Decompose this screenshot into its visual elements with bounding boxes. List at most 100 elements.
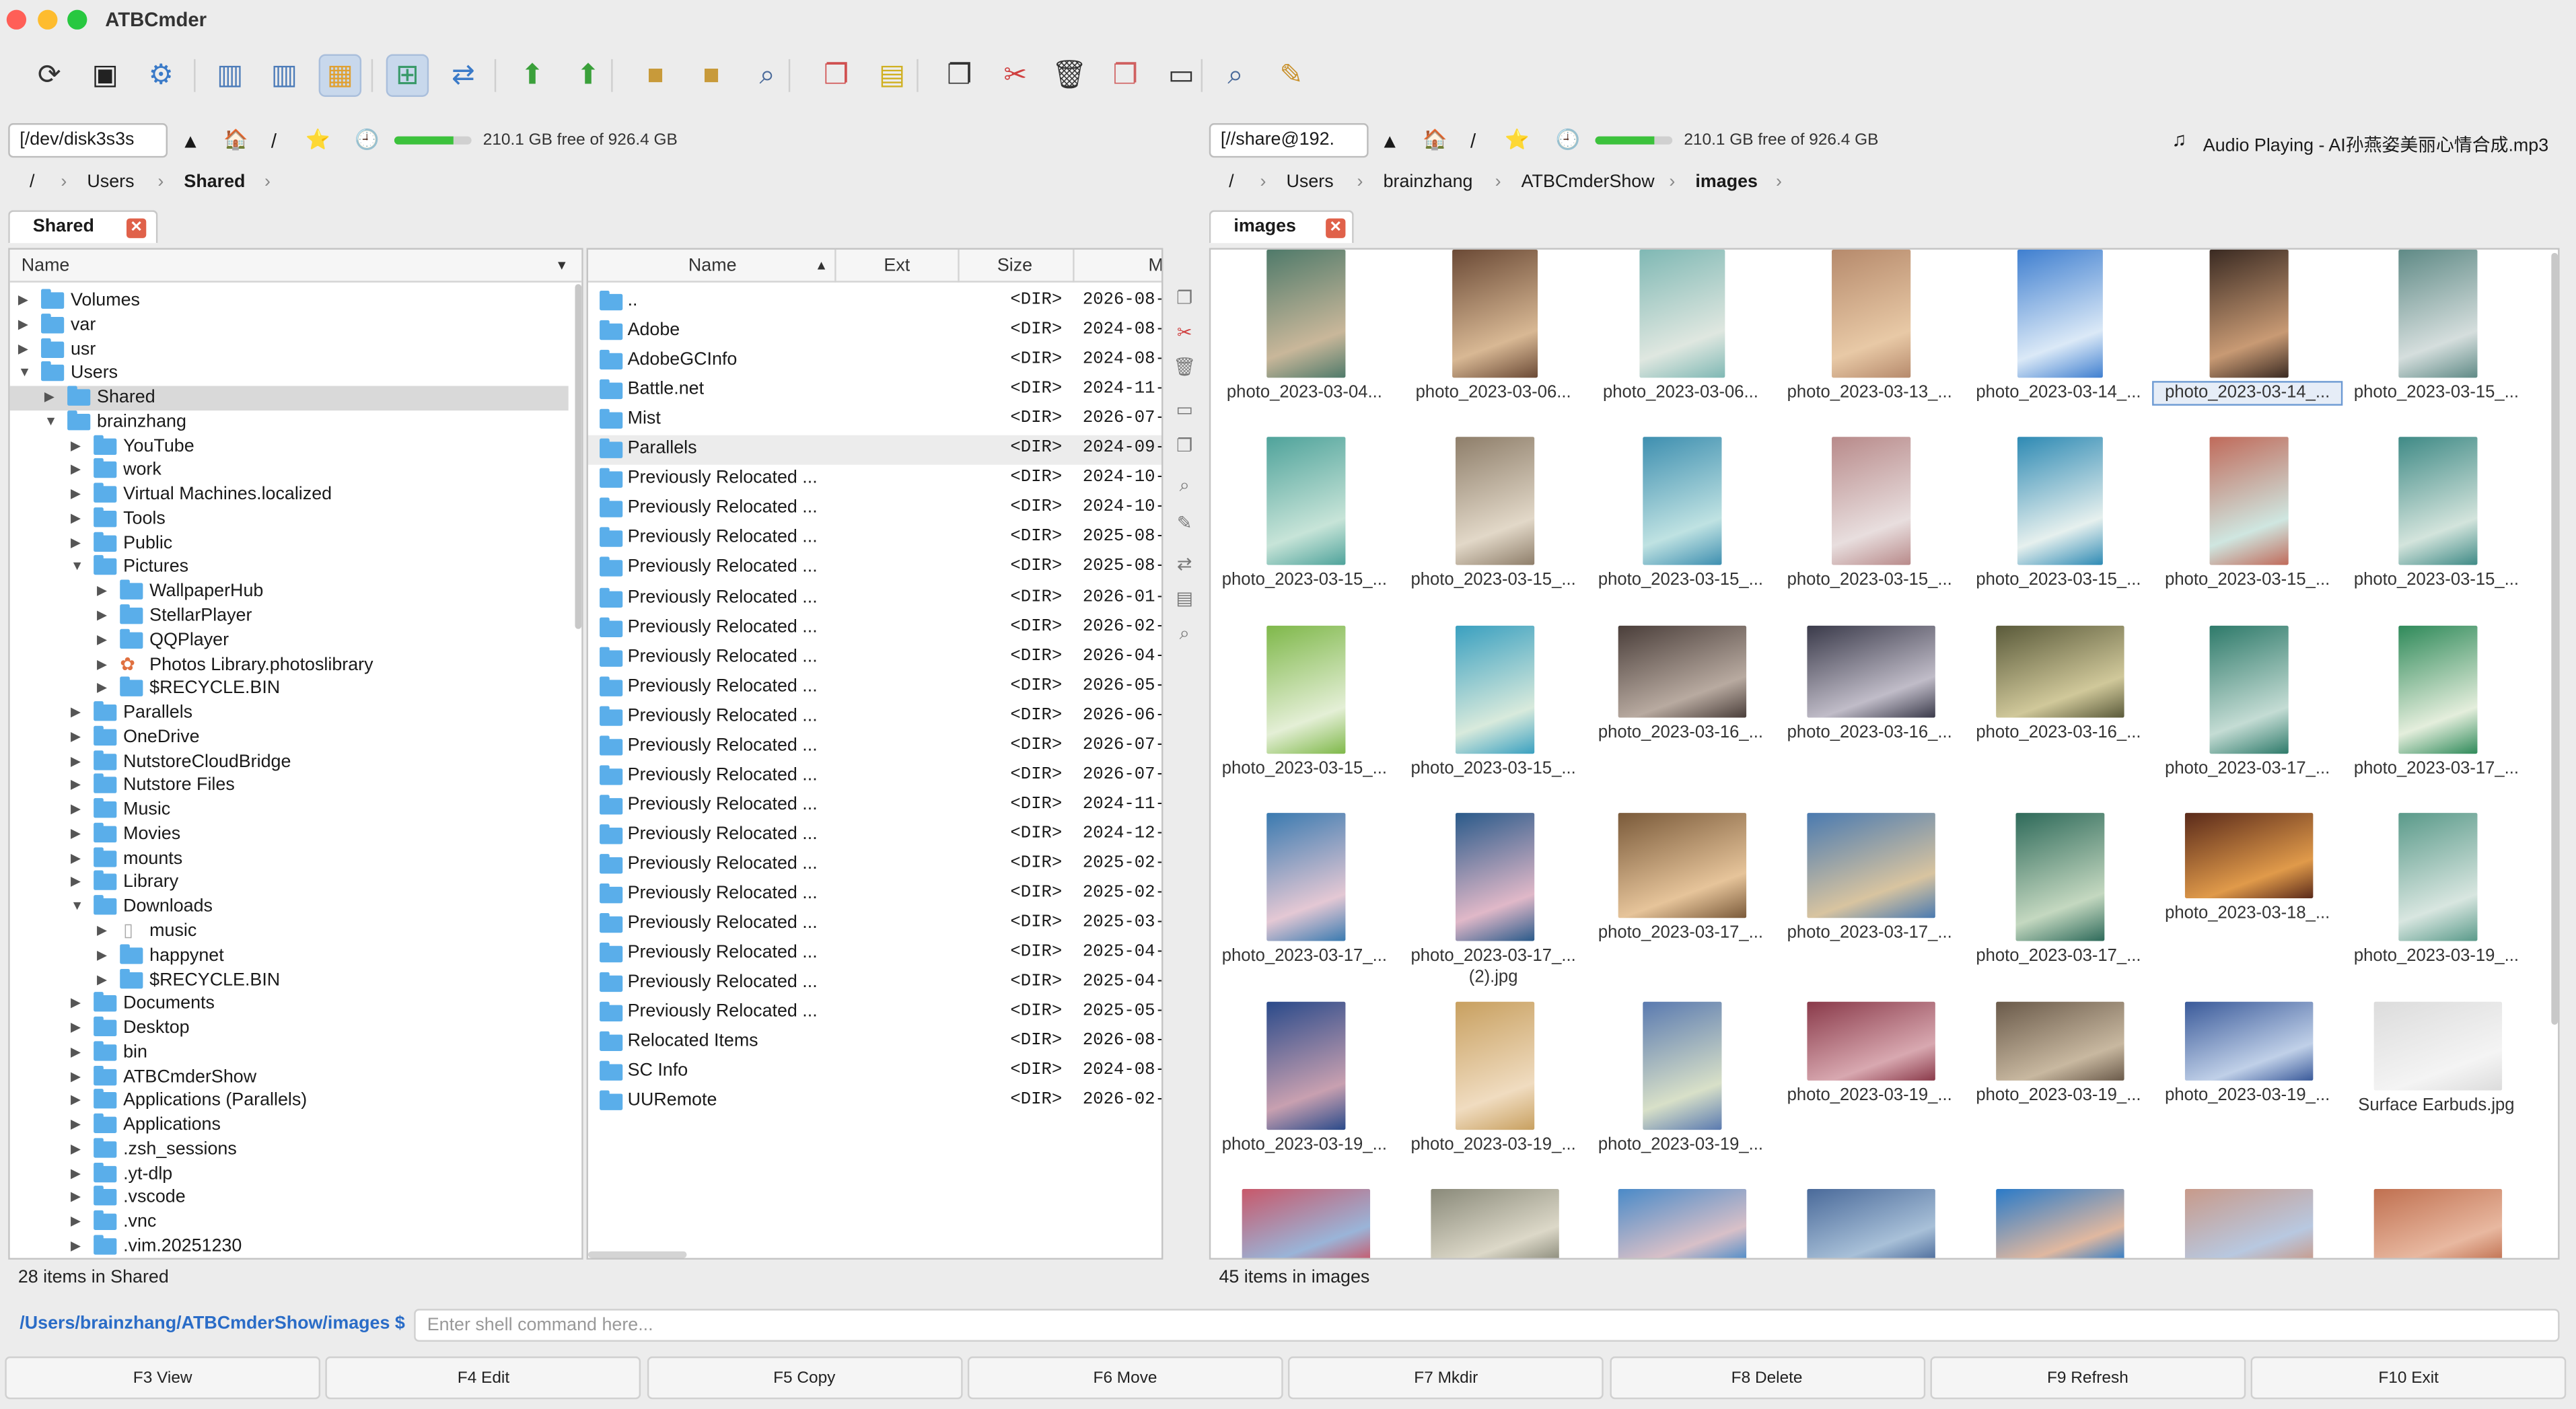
collapse-arrow-icon[interactable]: ▼ [71,559,83,574]
expand-arrow-icon[interactable]: ▶ [97,923,107,938]
thumbnail-item[interactable]: photo_2023-03-19_... [2154,1001,2341,1186]
tree-item[interactable]: ▶ Tools [10,507,569,532]
fkey-f5-button[interactable]: F5 Copy [646,1356,962,1400]
breadcrumb-item[interactable]: / [1229,172,1233,192]
tree-item[interactable]: ▼ Downloads [10,895,569,920]
tree-item[interactable]: ▶ WallpaperHub [10,580,569,605]
expand-arrow-icon[interactable]: ▶ [97,583,107,598]
thumbnail-item[interactable]: photo_2023-03-18_... [2154,813,2341,997]
tree-toggle-button[interactable]: ⊞ [386,54,429,97]
fkey-f6-button[interactable]: F6 Move [967,1356,1283,1400]
tree-item[interactable]: ▶ .vscode [10,1186,569,1211]
thumbnail-item[interactable] [1400,1188,1587,1258]
file-row[interactable]: Previously Relocated ... <DIR> 2025-04- [588,939,1161,969]
thumbnail-item[interactable]: photo_2023-03-14_... [2152,249,2343,433]
delete-button[interactable]: 🗑 [1048,55,1091,97]
file-row[interactable]: Previously Relocated ... <DIR> 2024-12- [588,821,1161,851]
left-tab-shared[interactable]: Shared ✕ [8,210,158,244]
tree-item[interactable]: ▶ bin [10,1040,569,1066]
tree-item[interactable]: ▶ Public [10,531,569,556]
expand-arrow-icon[interactable]: ▶ [71,1117,81,1132]
copy-button[interactable]: ❐ [938,55,980,97]
left-root-icon[interactable]: / [271,131,277,151]
fkey-f10-button[interactable]: F10 Exit [2250,1356,2567,1400]
minimize-window-button[interactable] [38,9,58,30]
thumbnail-item[interactable]: photo_2023-03-17_... [1776,813,1963,997]
expand-arrow-icon[interactable]: ▶ [44,390,55,404]
sort-dropdown-icon[interactable]: ▼ [555,258,568,273]
unpack-button[interactable]: ■ [690,55,732,97]
tree-item[interactable]: ▶ happynet [10,943,569,969]
close-tab-icon[interactable]: ✕ [126,218,147,238]
thumbnail-item[interactable]: photo_2023-03-15_... [1211,625,1398,809]
thumbnail-item[interactable]: photo_2023-03-16_... [1587,625,1774,809]
expand-arrow-icon[interactable]: ▶ [71,486,81,501]
tree-item[interactable]: ▶ ▯ music [10,920,569,945]
tree-item[interactable]: ▶ YouTube [10,434,569,460]
col-divider[interactable] [958,249,960,283]
expand-arrow-icon[interactable]: ▶ [18,292,28,307]
breadcrumb-item[interactable]: Users [1287,172,1334,192]
expand-arrow-icon[interactable]: ▶ [97,947,107,962]
thumbnail-item[interactable]: photo_2023-03-17_... [2342,625,2530,809]
collapse-arrow-icon[interactable]: ▼ [18,365,31,380]
thumbnail-item[interactable]: photo_2023-03-17_... [1965,813,2152,997]
tree-item[interactable]: ▶ .vim.20251230 [10,1235,569,1258]
file-row[interactable]: Previously Relocated ... <DIR> 2025-03- [588,910,1161,939]
file-row[interactable]: Previously Relocated ... <DIR> 2026-02- [588,614,1161,643]
thumbnail-item[interactable]: photo_2023-03-19_... [1776,1001,1963,1186]
panel-left-button[interactable]: ▥ [209,55,251,97]
fkey-f3-button[interactable]: F3 View [5,1356,321,1400]
expand-arrow-icon[interactable]: ▶ [71,826,81,840]
thumbnail-item[interactable]: photo_2023-03-19_... [1211,1001,1398,1186]
delete-icon[interactable]: 🗑 [1173,357,1196,380]
tree-item[interactable]: ▶ Library [10,871,569,896]
zoom-window-button[interactable] [67,9,87,30]
tree-item[interactable]: ▼ brainzhang [10,410,569,435]
expand-arrow-icon[interactable]: ▶ [71,462,81,477]
thumbnail-item[interactable]: photo_2023-03-17_... [2154,625,2341,809]
tree-scrollbar[interactable] [575,284,582,629]
thumbnail-item[interactable]: photo_2023-03-15_... [2342,437,2530,620]
file-row[interactable]: .. <DIR> 2026-08- [588,287,1161,317]
expand-arrow-icon[interactable]: ▶ [71,875,81,890]
file-row[interactable]: Mist <DIR> 2026-07- [588,406,1161,435]
col-name-header[interactable]: Name [688,256,737,276]
file-row[interactable]: Battle.net <DIR> 2024-11- [588,376,1161,406]
tree-item[interactable]: ▶ .zsh_sessions [10,1138,569,1163]
thumbnail-item[interactable]: photo_2023-03-16_... [1965,625,2152,809]
thumbnail-item[interactable]: photo_2023-03-15_... [1211,437,1398,620]
file-list-scrollbar[interactable] [587,1251,687,1258]
right-up-icon[interactable]: ▲ [1380,131,1400,151]
expand-arrow-icon[interactable]: ▶ [18,316,28,331]
sync-icon[interactable]: ⇄ [1173,553,1196,576]
thumbnail-item[interactable] [2154,1188,2341,1258]
layout-button[interactable]: ▦ [318,54,362,97]
left-home-icon[interactable]: 🏠 [223,130,248,149]
expand-arrow-icon[interactable]: ▶ [71,1141,81,1156]
expand-arrow-icon[interactable]: ▶ [97,608,107,622]
file-row[interactable]: Previously Relocated ... <DIR> 2025-04- [588,969,1161,999]
tree-item[interactable]: ▶ Applications (Parallels) [10,1089,569,1114]
expand-arrow-icon[interactable]: ▶ [97,680,107,695]
copy-files-button[interactable]: ❐ [815,55,857,97]
breadcrumb-item[interactable]: brainzhang [1384,172,1473,192]
file-row[interactable]: Previously Relocated ... <DIR> 2026-04- [588,643,1161,673]
tree-item[interactable]: ▶ Parallels [10,701,569,726]
col-divider[interactable] [1073,249,1075,283]
shell-command-input[interactable]: Enter shell command here... [414,1309,2560,1342]
refresh-button[interactable]: ⟳ [28,55,71,97]
tree-item[interactable]: ▶ ✿ Photos Library.photoslibrary [10,653,569,678]
tree-item[interactable]: ▶ Desktop [10,1016,569,1042]
copy-icon[interactable]: ❐ [1173,287,1196,310]
tree-item[interactable]: ▶ $RECYCLE.BIN [10,968,569,993]
pack-button[interactable]: ■ [634,55,676,97]
search-files-button[interactable]: ⌕ [746,55,788,97]
expand-arrow-icon[interactable]: ▶ [71,729,81,744]
file-row[interactable]: Previously Relocated ... <DIR> 2025-08- [588,525,1161,554]
right-root-icon[interactable]: / [1470,131,1476,151]
tree-item[interactable]: ▶ usr [10,337,569,363]
thumbnail-item[interactable]: photo_2023-03-16_... [1776,625,1963,809]
thumbnail-item[interactable] [1587,1188,1774,1258]
thumbnail-item[interactable]: photo_2023-03-17_... [1211,813,1398,997]
